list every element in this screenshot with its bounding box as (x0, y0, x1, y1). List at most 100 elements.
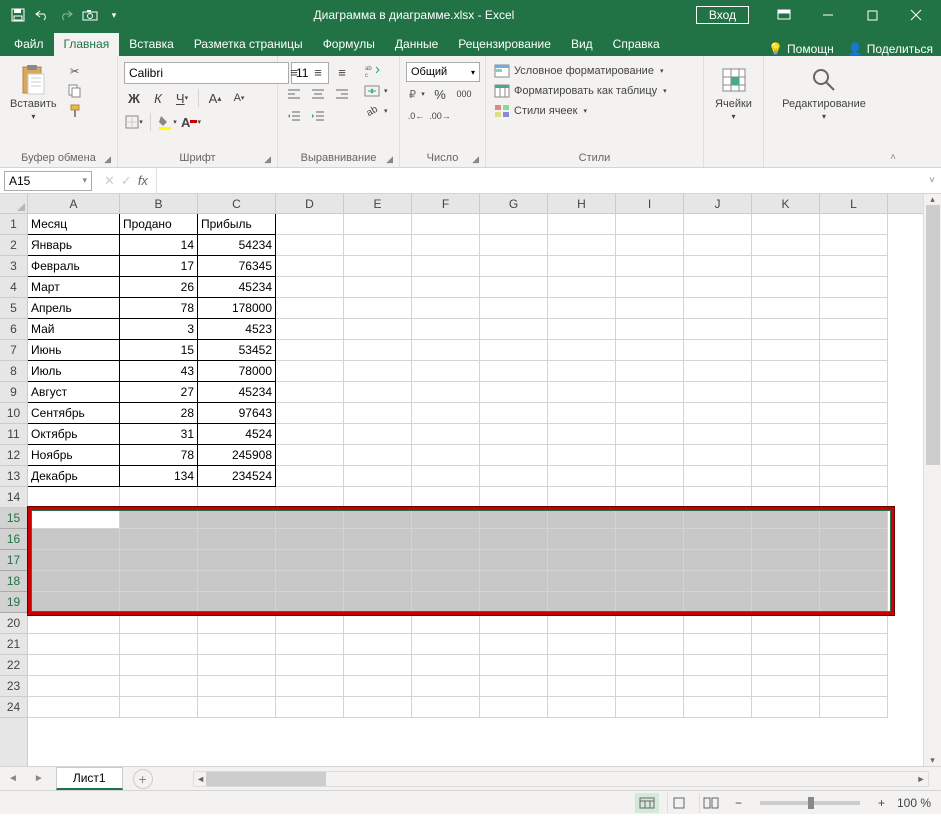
cell[interactable] (480, 361, 548, 382)
column-header[interactable]: A (28, 194, 120, 214)
collapse-ribbon-icon[interactable]: ˄ (884, 56, 902, 167)
cell[interactable] (820, 550, 888, 571)
cell[interactable] (684, 256, 752, 277)
cell[interactable] (28, 655, 120, 676)
cell[interactable] (276, 403, 344, 424)
cell[interactable] (548, 697, 616, 718)
cell[interactable] (616, 214, 684, 235)
cell[interactable] (412, 550, 480, 571)
cell[interactable] (616, 445, 684, 466)
cell[interactable] (684, 298, 752, 319)
cell[interactable] (616, 466, 684, 487)
cell[interactable]: 17 (120, 256, 198, 277)
cell[interactable]: 31 (120, 424, 198, 445)
cell[interactable] (344, 634, 412, 655)
cell[interactable] (548, 613, 616, 634)
increase-font-button[interactable]: A▴ (205, 88, 225, 108)
tab-home[interactable]: Главная (54, 33, 120, 56)
cell[interactable] (616, 424, 684, 445)
cell[interactable]: Май (28, 319, 120, 340)
row-header[interactable]: 3 (0, 256, 27, 277)
cell[interactable] (616, 256, 684, 277)
column-header[interactable]: J (684, 194, 752, 214)
cell[interactable] (276, 361, 344, 382)
cell[interactable] (480, 613, 548, 634)
cell[interactable] (616, 529, 684, 550)
cell[interactable]: Ноябрь (28, 445, 120, 466)
cell[interactable] (752, 487, 820, 508)
comma-button[interactable]: 000 (454, 84, 474, 104)
bold-button[interactable]: Ж (124, 88, 144, 108)
decrease-font-button[interactable]: A▾ (229, 88, 249, 108)
cell[interactable] (684, 235, 752, 256)
borders-button[interactable]: ▾ (124, 112, 144, 132)
increase-indent-button[interactable] (308, 106, 328, 126)
vertical-scrollbar[interactable]: ▴ ▾ (923, 194, 941, 766)
cell[interactable] (616, 235, 684, 256)
conditional-formatting-button[interactable]: Условное форматирование▾ (492, 62, 669, 80)
name-box[interactable]: A15▾ (4, 171, 92, 191)
cell[interactable] (412, 340, 480, 361)
cell[interactable] (684, 424, 752, 445)
cell[interactable]: Июнь (28, 340, 120, 361)
cell[interactable] (120, 487, 198, 508)
cell[interactable] (752, 403, 820, 424)
cell[interactable] (752, 613, 820, 634)
cell[interactable] (412, 466, 480, 487)
row-header[interactable]: 6 (0, 319, 27, 340)
cell[interactable] (276, 235, 344, 256)
cell[interactable] (344, 466, 412, 487)
align-right-button[interactable] (332, 84, 352, 104)
cell[interactable]: Февраль (28, 256, 120, 277)
cell[interactable] (344, 424, 412, 445)
cell[interactable]: 45234 (198, 382, 276, 403)
row-header[interactable]: 12 (0, 445, 27, 466)
cell[interactable] (684, 571, 752, 592)
cell[interactable] (480, 277, 548, 298)
row-header[interactable]: 20 (0, 613, 27, 634)
cell[interactable] (752, 508, 820, 529)
cell[interactable] (616, 697, 684, 718)
cell[interactable]: 27 (120, 382, 198, 403)
close-button[interactable] (895, 0, 937, 30)
align-top-button[interactable]: ≡ (284, 62, 304, 82)
tab-view[interactable]: Вид (561, 33, 603, 56)
cell[interactable]: 45234 (198, 277, 276, 298)
cell[interactable] (548, 487, 616, 508)
align-middle-button[interactable]: ≡ (308, 62, 328, 82)
cell[interactable]: 14 (120, 235, 198, 256)
cell[interactable] (412, 529, 480, 550)
fx-icon[interactable]: fx (138, 173, 148, 189)
cell[interactable] (616, 508, 684, 529)
undo-icon[interactable] (34, 7, 50, 23)
cell[interactable] (344, 277, 412, 298)
sheet-nav-prev[interactable]: ◄ (0, 773, 26, 784)
cell[interactable] (412, 256, 480, 277)
underline-button[interactable]: Ч▾ (172, 88, 192, 108)
row-header[interactable]: 24 (0, 697, 27, 718)
cell[interactable] (752, 550, 820, 571)
font-color-button[interactable]: A▾ (181, 112, 201, 132)
cell[interactable] (820, 592, 888, 613)
cell[interactable] (276, 571, 344, 592)
tab-file[interactable]: Файл (4, 33, 54, 56)
cell[interactable] (684, 613, 752, 634)
cell-styles-button[interactable]: Стили ячеек▾ (492, 102, 669, 120)
cell[interactable] (820, 676, 888, 697)
cell[interactable] (820, 298, 888, 319)
cell[interactable] (820, 529, 888, 550)
cell[interactable]: 28 (120, 403, 198, 424)
cancel-icon[interactable]: ✕ (104, 173, 115, 189)
cell[interactable] (412, 571, 480, 592)
cell[interactable]: 3 (120, 319, 198, 340)
cell[interactable] (752, 256, 820, 277)
cell[interactable] (616, 319, 684, 340)
row-header[interactable]: 11 (0, 424, 27, 445)
cell[interactable] (344, 340, 412, 361)
cell[interactable] (752, 382, 820, 403)
signin-button[interactable]: Вход (696, 6, 749, 24)
row-header[interactable]: 17 (0, 550, 27, 571)
cell[interactable] (480, 676, 548, 697)
cell[interactable]: Август (28, 382, 120, 403)
column-header[interactable]: D (276, 194, 344, 214)
